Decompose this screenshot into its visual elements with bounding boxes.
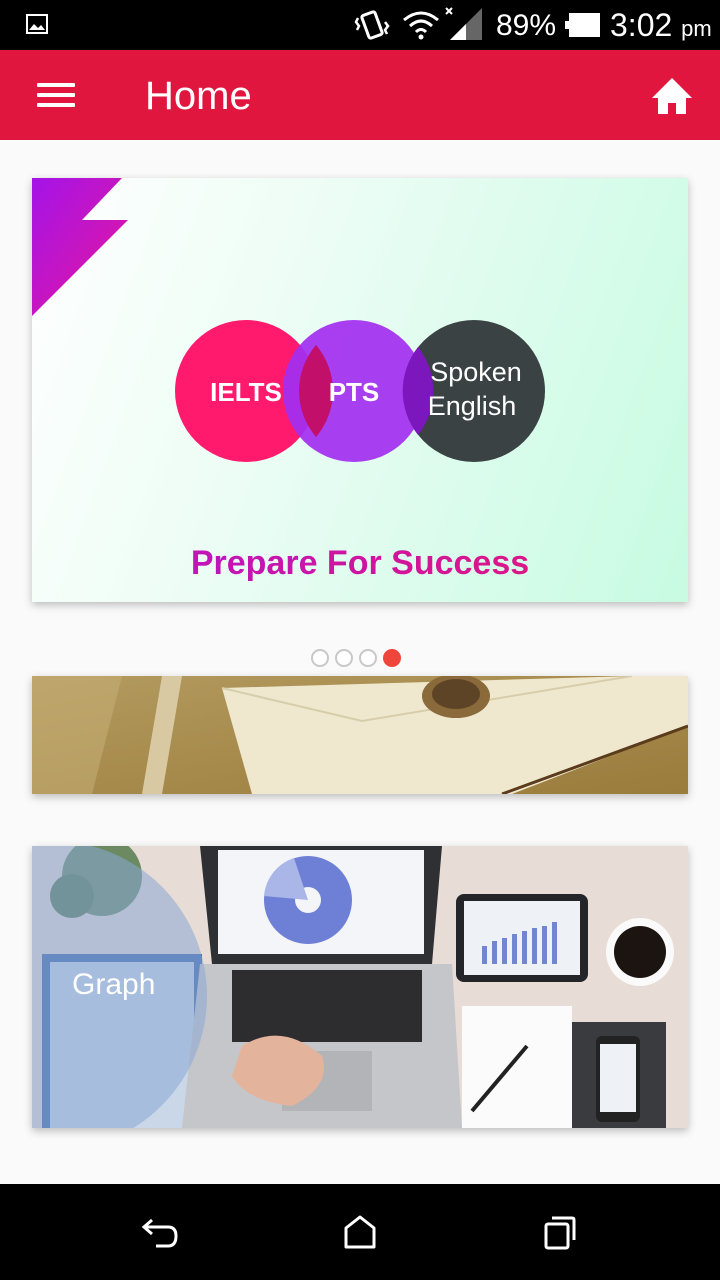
spoken-label: Spoken: [430, 357, 522, 387]
battery-percentage: 89%: [496, 9, 557, 42]
system-nav-bar: [0, 1184, 720, 1280]
home-icon[interactable]: [646, 72, 698, 120]
clock-time: 3:02: [610, 7, 673, 43]
ielts-label: IELTS: [210, 377, 282, 407]
back-icon[interactable]: [140, 1214, 180, 1250]
carousel-banner[interactable]: IELTS PTS Spoken English Prepare For Suc…: [32, 178, 688, 602]
page-dot-1[interactable]: [311, 649, 329, 667]
recents-icon[interactable]: [540, 1214, 580, 1250]
gallery-icon: [26, 14, 48, 34]
graph-card-label: Graph: [72, 968, 156, 1001]
vibrate-icon: [354, 10, 390, 40]
page-dot-2[interactable]: [335, 649, 353, 667]
english-label: English: [428, 391, 517, 421]
category-card-envelope[interactable]: [32, 676, 688, 794]
app-bar: Home: [0, 50, 720, 140]
pts-label: PTS: [329, 377, 380, 407]
corner-decoration: [32, 178, 128, 316]
status-bar: 89% 3:02 pm: [0, 0, 720, 50]
battery-icon: [565, 13, 600, 37]
course-circles: IELTS PTS Spoken English: [175, 320, 545, 462]
hamburger-menu-icon[interactable]: [28, 72, 84, 118]
clock: 3:02 pm: [610, 7, 712, 44]
wifi-icon: [403, 11, 439, 40]
page-dot-4-active[interactable]: [383, 649, 401, 667]
page-title: Home: [145, 74, 252, 118]
envelope-image: [32, 676, 688, 794]
page-indicator: [311, 649, 401, 667]
home-nav-icon[interactable]: [340, 1214, 380, 1250]
page-dot-3[interactable]: [359, 649, 377, 667]
clock-ampm: pm: [681, 16, 712, 41]
signal-icon: [445, 7, 482, 40]
tagline: Prepare For Success: [32, 544, 688, 583]
